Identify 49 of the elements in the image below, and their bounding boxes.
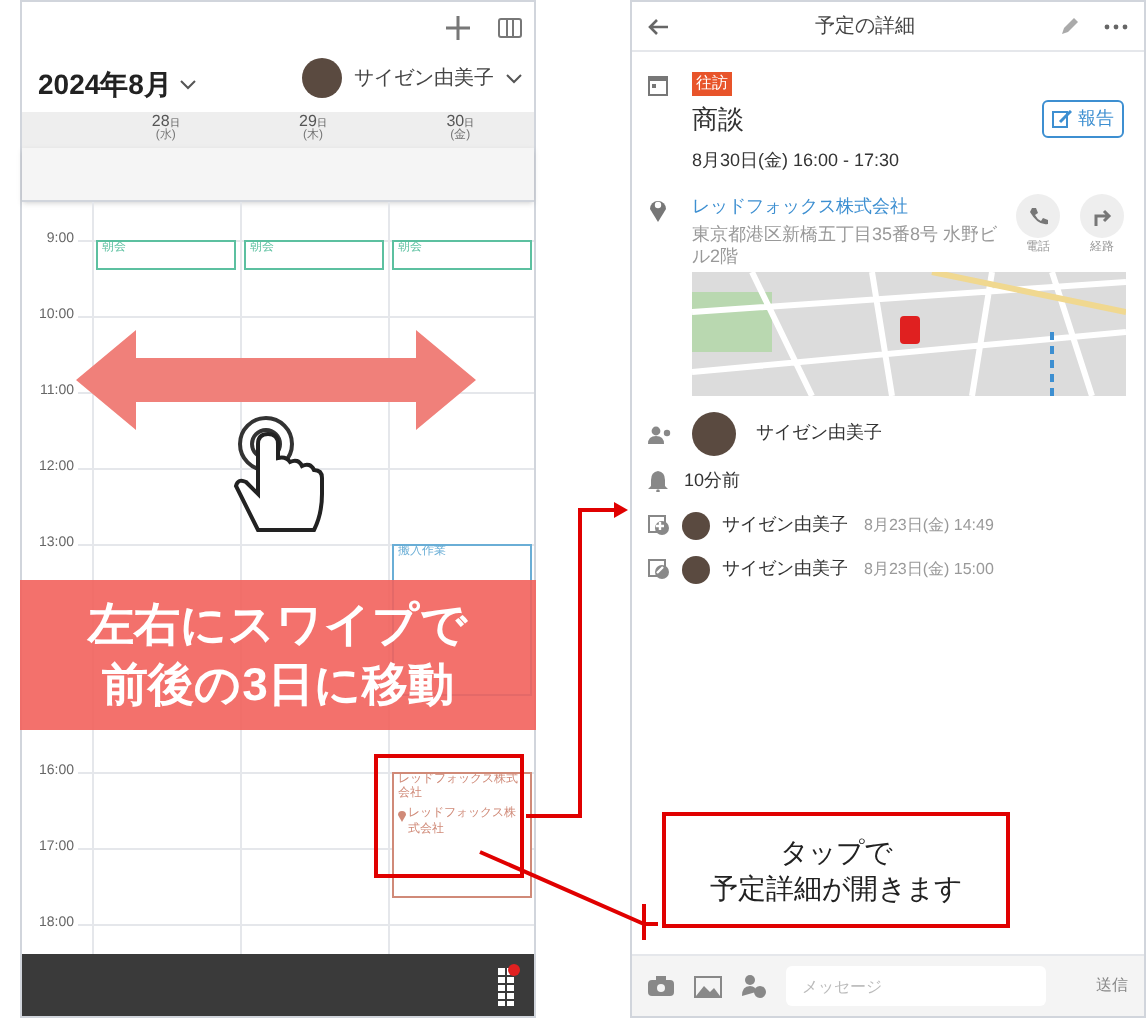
chevron-down-icon: [179, 80, 196, 90]
history-time: 8月23日(金) 14:49: [864, 513, 994, 537]
screen-title: 予定の詳細: [813, 13, 917, 41]
callout-text: タップで: [780, 833, 892, 870]
bell-icon: [648, 470, 668, 493]
calendar-edit-icon: [648, 558, 670, 580]
history-user: サイゼン由美子: [722, 511, 848, 538]
send-button[interactable]: 送信: [1096, 974, 1128, 998]
user-name[interactable]: サイゼン由美子: [354, 63, 494, 93]
history-time: 8月23日(金) 15:00: [864, 557, 994, 581]
attendee-name: サイゼン由美子: [756, 420, 882, 447]
person-arrow-icon: [742, 974, 766, 998]
location-link[interactable]: レッドフォックス株式会社: [692, 194, 1012, 221]
calendar-icon: [648, 76, 668, 96]
camera-icon: [648, 976, 674, 996]
chevron-down-icon: [506, 73, 522, 83]
history-user: サイゼン由美子: [722, 555, 848, 582]
event-subject: 商談: [692, 102, 744, 138]
building-icon: [496, 962, 520, 1006]
people-icon: [648, 425, 672, 443]
double-arrow-icon: [76, 330, 476, 430]
banner-text: 左右にスワイプで: [88, 595, 468, 654]
back-arrow-icon: [648, 17, 670, 35]
image-icon: [694, 975, 722, 997]
calendar-add-icon: [648, 514, 670, 536]
address-text: 東京都港区新橋五丁目35番8号 水野ビル2階: [692, 223, 1000, 268]
event-datetime: 8月30日(金) 16:00 - 17:30: [692, 147, 900, 174]
route-button[interactable]: [1080, 194, 1124, 238]
edit-note-icon: [1052, 110, 1072, 129]
month-label[interactable]: 2024年8月: [38, 64, 172, 106]
avatar: [682, 555, 710, 583]
message-input[interactable]: メッセージ: [786, 966, 1046, 1006]
callout-text: 予定詳細が開きます: [710, 870, 962, 907]
add-icon: [446, 16, 470, 40]
call-button[interactable]: [1016, 194, 1060, 238]
banner-text: 前後の3日に移動: [102, 655, 454, 713]
avatar: [302, 58, 342, 98]
location-pin-icon: [648, 196, 668, 222]
more-icon: [1104, 23, 1128, 29]
report-button[interactable]: 報告: [1042, 100, 1124, 139]
avatar: [692, 412, 736, 456]
category-tag: 往訪: [692, 72, 732, 96]
turn-right-arrow-icon: [1091, 205, 1113, 227]
pin-icon: [398, 810, 406, 823]
pencil-icon: [1060, 16, 1080, 36]
column-view-icon: [498, 18, 522, 38]
phone-icon: [1027, 205, 1049, 227]
avatar: [682, 511, 710, 539]
reminder-text: 10分前: [684, 468, 741, 494]
